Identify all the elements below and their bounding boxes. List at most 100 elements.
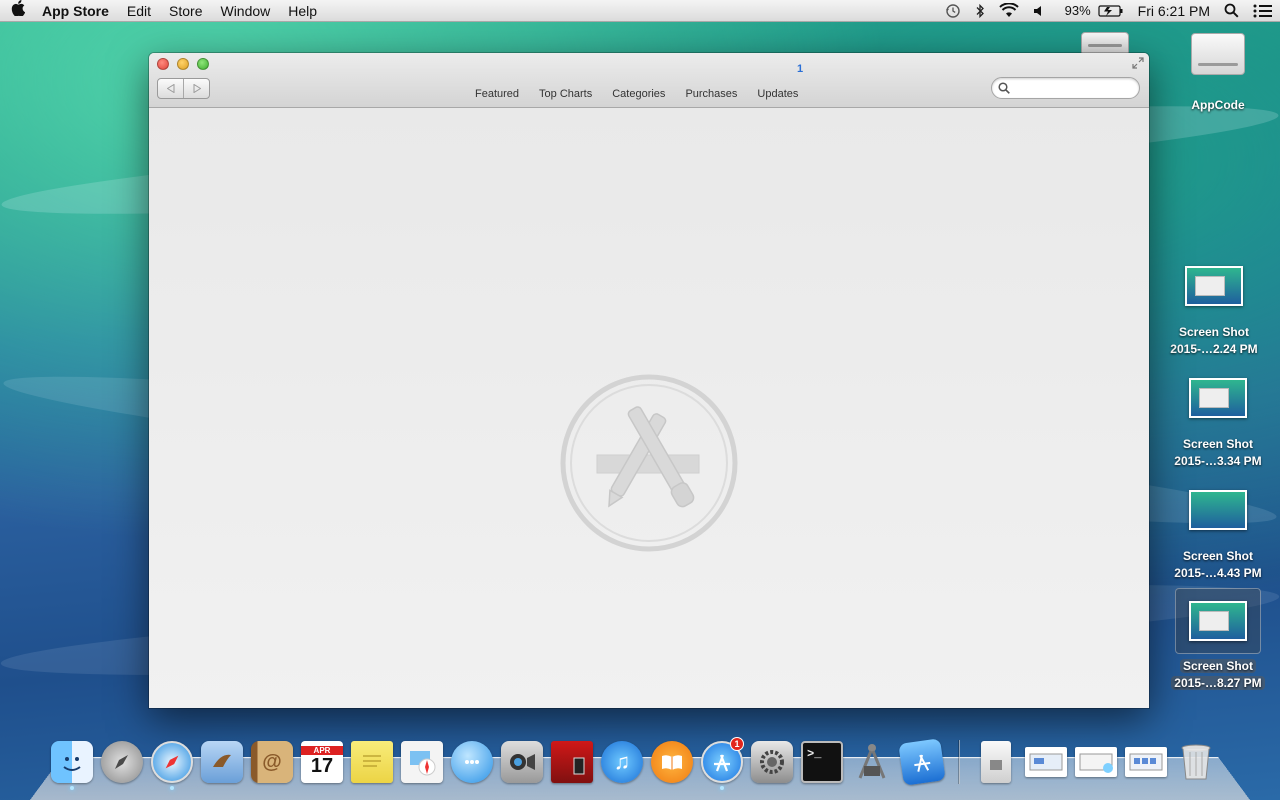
screenshot-title: Screen Shot (1178, 325, 1250, 339)
dock-instruments[interactable] (848, 738, 896, 786)
external-drive-icon (1191, 33, 1245, 75)
app-store-update-badge: 1 (730, 737, 744, 751)
apple-menu-icon[interactable] (0, 0, 36, 21)
calendar-month: APR (301, 746, 343, 755)
menu-store[interactable]: Store (160, 3, 211, 19)
terminal-icon: >_ (801, 741, 843, 783)
tab-categories[interactable]: Categories (602, 88, 675, 100)
mail-stamp-icon (201, 741, 243, 783)
screenshot-thumbnail-icon (1189, 378, 1247, 418)
window-toolbar: 1 Featured Top Charts Categories Purchas… (149, 53, 1149, 108)
running-indicator (170, 786, 174, 790)
wifi-icon[interactable] (992, 3, 1026, 18)
screenshot-thumbnail-icon (1189, 490, 1247, 530)
selection-highlight (1175, 588, 1261, 654)
tab-featured[interactable]: Featured (465, 88, 529, 100)
desktop-drive-label: AppCode (1191, 98, 1245, 112)
minimized-window-thumbnail-icon (1075, 747, 1117, 777)
dock-applications-stack[interactable] (972, 738, 1020, 786)
app-store-placeholder-icon (557, 371, 741, 560)
photo-booth-curtain-icon (551, 741, 593, 783)
menu-help[interactable]: Help (279, 3, 326, 19)
menu-edit[interactable]: Edit (118, 3, 160, 19)
facetime-camera-icon (501, 741, 543, 783)
close-window-button[interactable] (157, 58, 169, 70)
dock-minimized-window-3[interactable] (1122, 738, 1170, 786)
dock-reminders-safari[interactable] (398, 738, 446, 786)
zoom-window-button[interactable] (197, 58, 209, 70)
terminal-prompt: >_ (807, 747, 822, 761)
messages-bubble-icon (451, 741, 493, 783)
notification-center-icon[interactable] (1246, 4, 1280, 18)
back-button[interactable] (158, 79, 183, 98)
launchpad-rocket-icon (101, 741, 143, 783)
screenshot-thumbnail-icon (1189, 601, 1247, 641)
dock-itunes[interactable]: ♫ (598, 738, 646, 786)
dock-messages[interactable] (448, 738, 496, 786)
dock-calendar[interactable]: APR 17 (298, 738, 346, 786)
store-search-field[interactable] (991, 77, 1140, 99)
dock-system-preferences[interactable] (748, 738, 796, 786)
back-forward-control (157, 78, 210, 99)
dock-finder[interactable] (48, 738, 96, 790)
safari-compass-icon (151, 741, 193, 783)
desktop-screenshot-2[interactable]: Screen Shot 2015-…3.34 PM (1163, 378, 1273, 470)
tab-top-charts[interactable]: Top Charts (529, 88, 602, 100)
back-arrow-icon (166, 84, 174, 93)
dock-xcode[interactable] (898, 738, 946, 786)
calendar-icon: APR 17 (301, 741, 343, 783)
store-content-area (149, 108, 1149, 708)
tab-purchases[interactable]: Purchases (675, 88, 747, 100)
time-machine-icon[interactable] (938, 3, 968, 19)
system-preferences-gear-icon (751, 741, 793, 783)
dock-safari[interactable] (148, 738, 196, 790)
app-store-window: 1 Featured Top Charts Categories Purchas… (149, 53, 1149, 708)
screenshot-thumbnail-icon (1185, 266, 1243, 306)
search-input[interactable] (1014, 81, 1134, 95)
running-indicator (720, 786, 724, 790)
instruments-compass-icon (851, 741, 893, 783)
dock-app-store[interactable]: 1 (698, 737, 746, 790)
dock-notes[interactable] (348, 738, 396, 786)
clock[interactable]: Fri 6:21 PM (1131, 3, 1217, 19)
dock-facetime[interactable] (498, 738, 546, 786)
screenshot-date: 2015-…4.43 PM (1174, 566, 1262, 580)
dock-minimized-window-2[interactable] (1072, 738, 1120, 786)
menu-app-name[interactable]: App Store (36, 3, 118, 19)
spotlight-search-icon[interactable] (1217, 3, 1246, 18)
dock-mail[interactable] (198, 738, 246, 786)
menu-window[interactable]: Window (211, 3, 279, 19)
battery-icon[interactable] (1098, 4, 1131, 18)
fullscreen-icon[interactable] (1131, 57, 1145, 71)
dock-contacts[interactable]: @ (248, 738, 296, 786)
desktop-screenshot-4[interactable]: Screen Shot 2015-…8.27 PM (1163, 588, 1273, 692)
dock-launchpad[interactable] (98, 738, 146, 786)
minimized-window-thumbnail-icon (1025, 747, 1067, 777)
contacts-book-icon: @ (251, 741, 293, 783)
dock-ibooks[interactable] (648, 738, 696, 786)
screenshot-date: 2015-…3.34 PM (1174, 454, 1262, 468)
dock-terminal[interactable]: >_ (798, 738, 846, 786)
calendar-day: 17 (310, 755, 334, 777)
document-stack-icon (981, 741, 1011, 783)
forward-button[interactable] (183, 79, 209, 98)
dock-photo-booth[interactable] (548, 738, 596, 786)
volume-icon[interactable] (1026, 4, 1052, 18)
tab-updates[interactable]: Updates (747, 88, 808, 100)
ibooks-book-icon (651, 741, 693, 783)
minimize-window-button[interactable] (177, 58, 189, 70)
dock-trash[interactable] (1172, 738, 1220, 786)
dock-minimized-window-1[interactable] (1022, 738, 1070, 786)
web-page-compass-icon (401, 741, 443, 783)
dock: @ APR 17 ♫ 1 >_ (48, 737, 1220, 790)
bluetooth-icon[interactable] (968, 3, 992, 19)
desktop-screenshot-3[interactable]: Screen Shot 2015-…4.43 PM (1163, 490, 1273, 582)
battery-percent[interactable]: 93% (1058, 3, 1098, 18)
updates-count-badge: 1 (797, 63, 804, 75)
screenshot-date: 2015-…2.24 PM (1170, 342, 1258, 356)
xcode-hammer-icon (898, 738, 946, 786)
desktop-screenshot-1[interactable]: Screen Shot 2015-…2.24 PM (1159, 266, 1269, 358)
itunes-note-icon: ♫ (601, 741, 643, 783)
desktop-drive-appcode[interactable]: AppCode (1163, 33, 1273, 114)
finder-icon (51, 741, 93, 783)
